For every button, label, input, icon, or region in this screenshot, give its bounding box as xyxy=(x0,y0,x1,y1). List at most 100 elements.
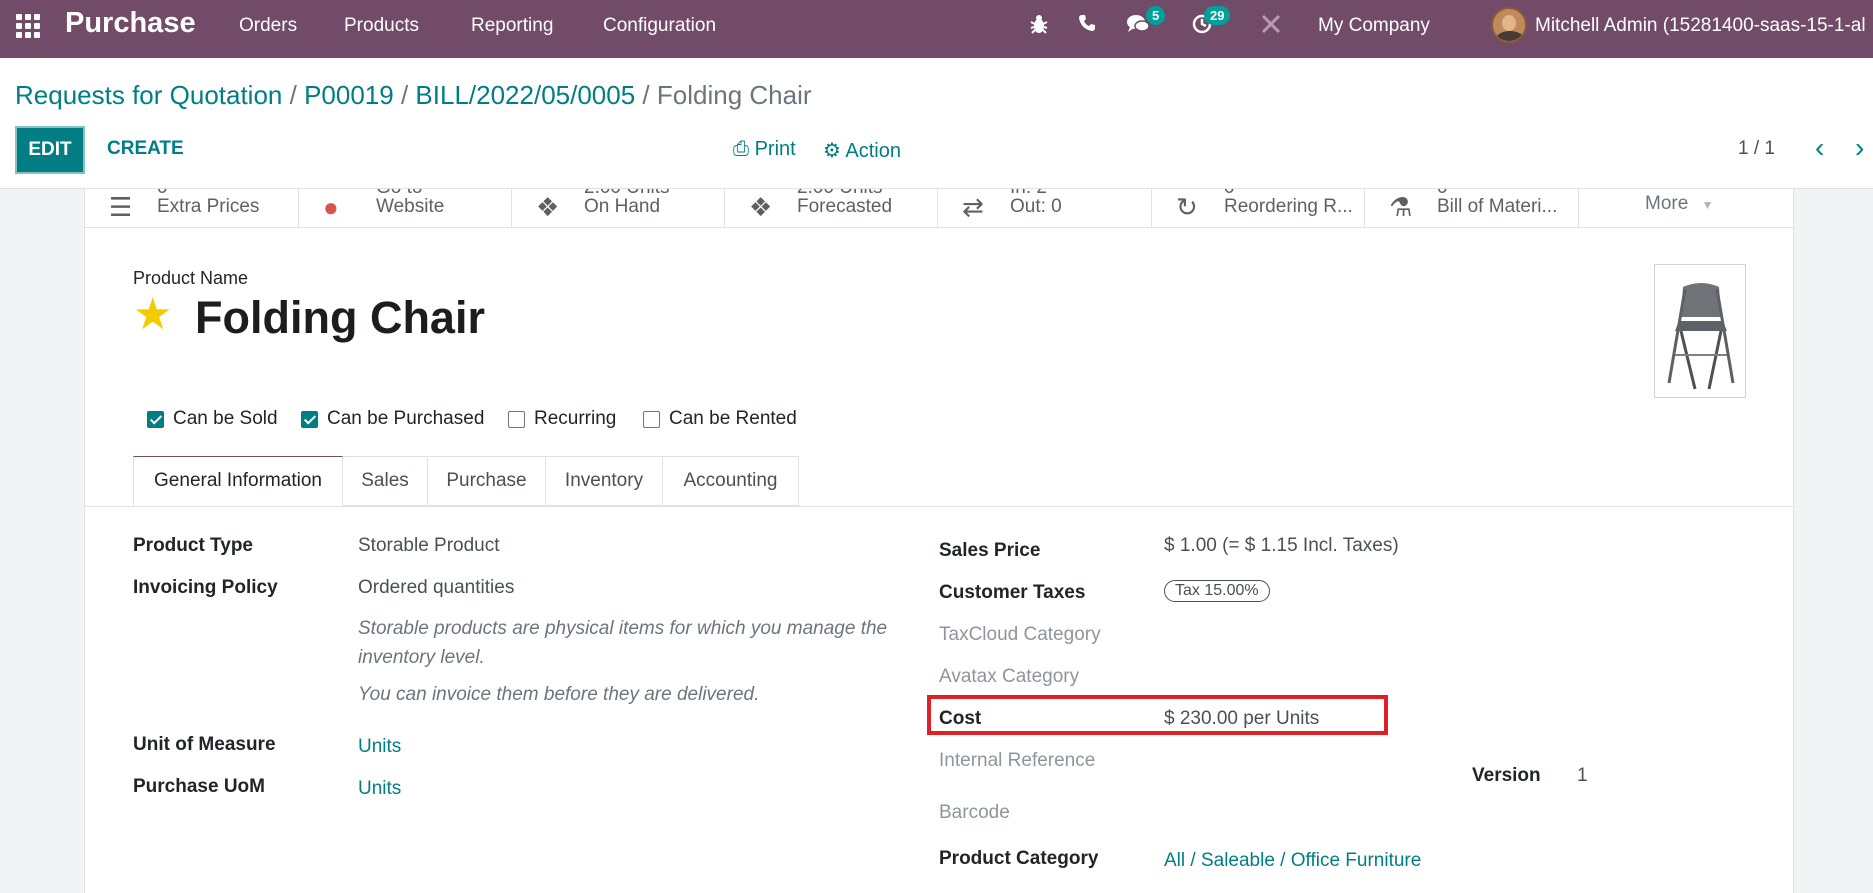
print-icon: ⎙ xyxy=(733,138,749,160)
smart-button-label: On Hand xyxy=(584,196,661,217)
print-button[interactable]: ⎙ Print xyxy=(733,138,796,161)
checkbox-label: Can be Sold xyxy=(173,408,278,429)
pager-value: 1 / 1 xyxy=(1738,138,1775,159)
checkbox-unchecked[interactable] xyxy=(643,411,660,428)
breadcrumb: Requests for Quotation / P00019 / BILL/2… xyxy=(15,80,812,111)
smart-button-reordering[interactable]: ↻ 0 Reordering R... xyxy=(1152,189,1365,228)
menu-products[interactable]: Products xyxy=(344,15,419,37)
flask-icon: ⚗ xyxy=(1389,192,1413,222)
chevron-right-icon[interactable]: › xyxy=(1855,132,1864,164)
unit-of-measure-value[interactable]: Units xyxy=(358,736,401,758)
menu-reporting[interactable]: Reporting xyxy=(471,15,553,37)
breadcrumb-separator: / xyxy=(400,80,416,110)
smart-button-label: Bill of Materi... xyxy=(1437,196,1558,217)
folding-chair-icon xyxy=(1667,283,1735,390)
more-dropdown[interactable]: More ▼ xyxy=(1645,193,1713,215)
taxcloud-category-label: TaxCloud Category xyxy=(939,624,1101,645)
form-sheet: ☰ 0 Extra Prices ● Go to Website ❖ 2.00 … xyxy=(84,189,1795,893)
cubes-icon: ❖ xyxy=(536,192,560,222)
tab-purchase[interactable]: Purchase xyxy=(428,456,546,506)
cost-highlight-box xyxy=(927,695,1388,735)
globe-icon: ● xyxy=(323,192,339,222)
smart-button-in-out[interactable]: ⇄ In: 2 Out: 0 xyxy=(938,189,1152,228)
caret-down-icon: ▼ xyxy=(1701,198,1714,212)
app-name[interactable]: Purchase xyxy=(65,7,196,40)
create-button[interactable]: CREATE xyxy=(107,138,184,160)
breadcrumb-po[interactable]: P00019 xyxy=(304,80,394,110)
version-label: Version xyxy=(1472,765,1541,786)
menu-configuration[interactable]: Configuration xyxy=(603,15,716,37)
smart-button-on-hand[interactable]: ❖ 2.00 Units On Hand xyxy=(512,189,725,228)
breadcrumb-current: Folding Chair xyxy=(656,80,812,110)
checkbox-checked[interactable] xyxy=(301,411,318,428)
checkbox-label: Can be Rented xyxy=(669,408,797,429)
smart-button-website[interactable]: ● Go to Website xyxy=(299,189,512,228)
chevron-left-icon[interactable]: ‹ xyxy=(1815,132,1824,164)
checkbox-unchecked[interactable] xyxy=(508,411,525,428)
menu-orders[interactable]: Orders xyxy=(239,15,297,37)
breadcrumb-rfq[interactable]: Requests for Quotation xyxy=(15,80,282,110)
product-category-value[interactable]: All / Saleable / Office Furniture xyxy=(1164,850,1421,872)
product-type-help: Storable products are physical items for… xyxy=(358,618,888,668)
app-menu-icon[interactable] xyxy=(14,12,40,38)
smart-button-bom[interactable]: ⚗ 0 Bill of Materi... xyxy=(1365,189,1579,228)
barcode-label: Barcode xyxy=(939,802,1010,823)
list-icon: ☰ xyxy=(109,192,133,222)
debug-bug-icon[interactable] xyxy=(1029,13,1049,41)
chat-badge: 5 xyxy=(1146,6,1166,25)
purchase-uom-value[interactable]: Units xyxy=(358,778,401,800)
activity-badge: 29 xyxy=(1204,6,1231,25)
avatax-category-label: Avatax Category xyxy=(939,666,1080,687)
gear-icon: ⚙ xyxy=(823,140,841,162)
checkbox-label: Can be Purchased xyxy=(327,408,485,429)
invoicing-help: You can invoice them before they are del… xyxy=(358,684,760,705)
product-name[interactable]: Folding Chair xyxy=(195,292,485,344)
cubes-icon: ❖ xyxy=(749,192,773,222)
tab-inventory[interactable]: Inventory xyxy=(546,456,663,506)
checkbox-checked[interactable] xyxy=(147,411,164,428)
invoicing-policy-label: Invoicing Policy xyxy=(133,577,278,598)
checkbox-label: Recurring xyxy=(534,408,617,429)
star-favorite-icon[interactable]: ★ xyxy=(133,293,172,337)
action-label: Action xyxy=(845,140,901,162)
purchase-uom-label: Purchase UoM xyxy=(133,776,265,797)
user-avatar[interactable] xyxy=(1491,7,1527,43)
product-type-value[interactable]: Storable Product xyxy=(358,535,500,557)
smart-button-forecasted[interactable]: ❖ 2.00 Units Forecasted xyxy=(725,189,938,228)
edit-button[interactable]: EDIT xyxy=(15,126,85,174)
phone-icon[interactable] xyxy=(1077,13,1097,39)
smart-button-box: ☰ 0 Extra Prices ● Go to Website ❖ 2.00 … xyxy=(85,189,1795,228)
control-panel: Requests for Quotation / P00019 / BILL/2… xyxy=(0,58,1873,189)
tools-icon[interactable] xyxy=(1260,13,1282,41)
breadcrumb-separator: / xyxy=(642,80,657,110)
unit-of-measure-label: Unit of Measure xyxy=(133,734,276,755)
action-button[interactable]: ⚙ Action xyxy=(823,138,901,163)
sales-price-value[interactable]: $ 1.00 (= $ 1.15 Incl. Taxes) xyxy=(1164,535,1399,557)
breadcrumb-separator: / xyxy=(289,80,305,110)
tab-accounting[interactable]: Accounting xyxy=(663,456,799,506)
tax-tag[interactable]: Tax 15.00% xyxy=(1164,580,1270,602)
smart-button-label: Website xyxy=(376,196,445,217)
sales-price-label: Sales Price xyxy=(939,540,1041,561)
smart-button-label: Forecasted xyxy=(797,196,893,217)
smart-button-extra-prices[interactable]: ☰ 0 Extra Prices xyxy=(85,189,299,228)
internal-reference-label: Internal Reference xyxy=(939,750,1096,771)
tab-sales[interactable]: Sales xyxy=(343,456,428,506)
company-switcher[interactable]: My Company xyxy=(1318,15,1430,37)
tab-divider xyxy=(85,506,1795,507)
version-value[interactable]: 1 xyxy=(1577,765,1588,787)
more-label: More xyxy=(1645,193,1689,214)
invoicing-policy-value[interactable]: Ordered quantities xyxy=(358,577,514,599)
user-menu[interactable]: Mitchell Admin (15281400-saas-15-1-al xyxy=(1535,15,1866,37)
breadcrumb-bill[interactable]: BILL/2022/05/0005 xyxy=(415,80,635,110)
product-category-label: Product Category xyxy=(939,848,1099,869)
exchange-icon: ⇄ xyxy=(962,192,984,222)
tab-general-information[interactable]: General Information xyxy=(133,456,343,506)
product-image[interactable] xyxy=(1654,264,1746,398)
smart-button-label: Reordering R... xyxy=(1224,196,1353,217)
product-type-label: Product Type xyxy=(133,535,253,556)
smart-button-label: Extra Prices xyxy=(157,196,260,217)
refresh-icon: ↻ xyxy=(1176,192,1198,222)
customer-taxes-label: Customer Taxes xyxy=(939,582,1086,603)
top-navbar: Purchase Orders Products Reporting Confi… xyxy=(0,0,1873,58)
